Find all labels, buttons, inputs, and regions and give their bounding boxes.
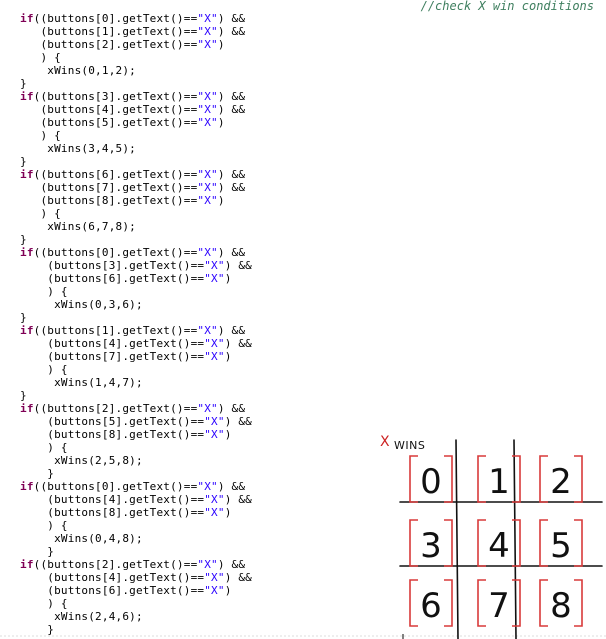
code-line: xWins(6,7,8); xyxy=(20,220,136,233)
code-line: if((buttons[3].getText()=="X") && xyxy=(20,90,246,103)
sketch-grid: 0 1 2 3 4 5 6 7 8 xyxy=(399,439,603,639)
code-line: } xyxy=(20,77,27,90)
code-line: } xyxy=(20,233,27,246)
tic-tac-toe-sketch: X WINS 012345678 xyxy=(380,430,606,639)
code-line: if((buttons[2].getText()=="X") && xyxy=(20,558,246,571)
code-line: xWins(0,1,2); xyxy=(20,64,136,77)
code-line: xWins(1,4,7); xyxy=(20,376,143,389)
code-line: (buttons[4].getText()=="X") && xyxy=(20,493,252,506)
code-line: if((buttons[6].getText()=="X") && xyxy=(20,168,246,181)
bracket-left xyxy=(409,579,418,627)
bracket-right xyxy=(512,519,521,567)
bracket-left xyxy=(477,579,486,627)
code-line: (buttons[7].getText()=="X") && xyxy=(20,181,246,194)
bracket-left xyxy=(409,519,418,567)
cell-number: 6 xyxy=(420,586,442,626)
code-line: ) { xyxy=(20,285,68,298)
code-comment: //check X win conditions xyxy=(420,0,594,13)
cell-number: 0 xyxy=(420,462,442,502)
code-line: (buttons[3].getText()=="X") && xyxy=(20,259,252,272)
cell-number: 8 xyxy=(550,586,572,626)
code-line: (buttons[7].getText()=="X") xyxy=(20,350,232,363)
cell-number: 1 xyxy=(488,462,510,502)
bracket-right xyxy=(574,579,583,627)
code-line: } xyxy=(20,155,27,168)
code-line: } xyxy=(20,545,55,558)
code-line: xWins(0,3,6); xyxy=(20,298,143,311)
grid-line-v2 xyxy=(513,439,517,639)
bracket-left xyxy=(477,519,486,567)
code-line: (buttons[8].getText()=="X") xyxy=(20,506,232,519)
code-line: if((buttons[0].getText()=="X") && xyxy=(20,480,246,493)
cell-number: 2 xyxy=(550,462,572,502)
code-line: (buttons[6].getText()=="X") xyxy=(20,272,232,285)
code-line: ) { xyxy=(20,129,61,142)
code-line: xWins(2,4,6); xyxy=(20,610,143,623)
bracket-left xyxy=(539,455,548,503)
code-line: } xyxy=(20,389,27,402)
code-line: ) { xyxy=(20,441,68,454)
code-line: (buttons[4].getText()=="X") && xyxy=(20,571,252,584)
code-line: if((buttons[1].getText()=="X") && xyxy=(20,324,246,337)
bracket-left xyxy=(409,455,418,503)
bracket-right xyxy=(512,455,521,503)
code-line: ) { xyxy=(20,51,61,64)
code-line: xWins(0,4,8); xyxy=(20,532,143,545)
code-line: ) { xyxy=(20,207,61,220)
code-line: } xyxy=(20,311,27,324)
cell-number: 5 xyxy=(550,526,572,566)
bracket-right xyxy=(444,455,453,503)
grid-line-v1 xyxy=(455,439,459,639)
cell-number: 7 xyxy=(488,586,510,626)
code-line: xWins(3,4,5); xyxy=(20,142,136,155)
cell-number: 3 xyxy=(420,526,442,566)
code-line: ) { xyxy=(20,519,68,532)
bracket-right xyxy=(444,579,453,627)
code-line: if((buttons[0].getText()=="X") && xyxy=(20,12,246,25)
code-line: ) { xyxy=(20,597,68,610)
code-line: (buttons[4].getText()=="X") && xyxy=(20,103,246,116)
bracket-right xyxy=(574,519,583,567)
bracket-right xyxy=(574,455,583,503)
code-line: } xyxy=(20,467,55,480)
code-line: if((buttons[2].getText()=="X") && xyxy=(20,402,246,415)
code-line: (buttons[5].getText()=="X") xyxy=(20,116,225,129)
code-line: ) { xyxy=(20,363,68,376)
code-line: if((buttons[0].getText()=="X") && xyxy=(20,246,246,259)
code-line: (buttons[4].getText()=="X") && xyxy=(20,337,252,350)
bracket-right xyxy=(444,519,453,567)
code-line: (buttons[5].getText()=="X") && xyxy=(20,415,252,428)
code-line: (buttons[8].getText()=="X") xyxy=(20,428,232,441)
code-line: (buttons[1].getText()=="X") && xyxy=(20,25,246,38)
bracket-left xyxy=(539,579,548,627)
code-line: (buttons[6].getText()=="X") xyxy=(20,584,232,597)
cell-number: 4 xyxy=(488,526,510,566)
bracket-left xyxy=(477,455,486,503)
bracket-left xyxy=(539,519,548,567)
code-line: (buttons[8].getText()=="X") xyxy=(20,194,225,207)
code-line: xWins(2,5,8); xyxy=(20,454,143,467)
code-line: (buttons[2].getText()=="X") xyxy=(20,38,225,51)
